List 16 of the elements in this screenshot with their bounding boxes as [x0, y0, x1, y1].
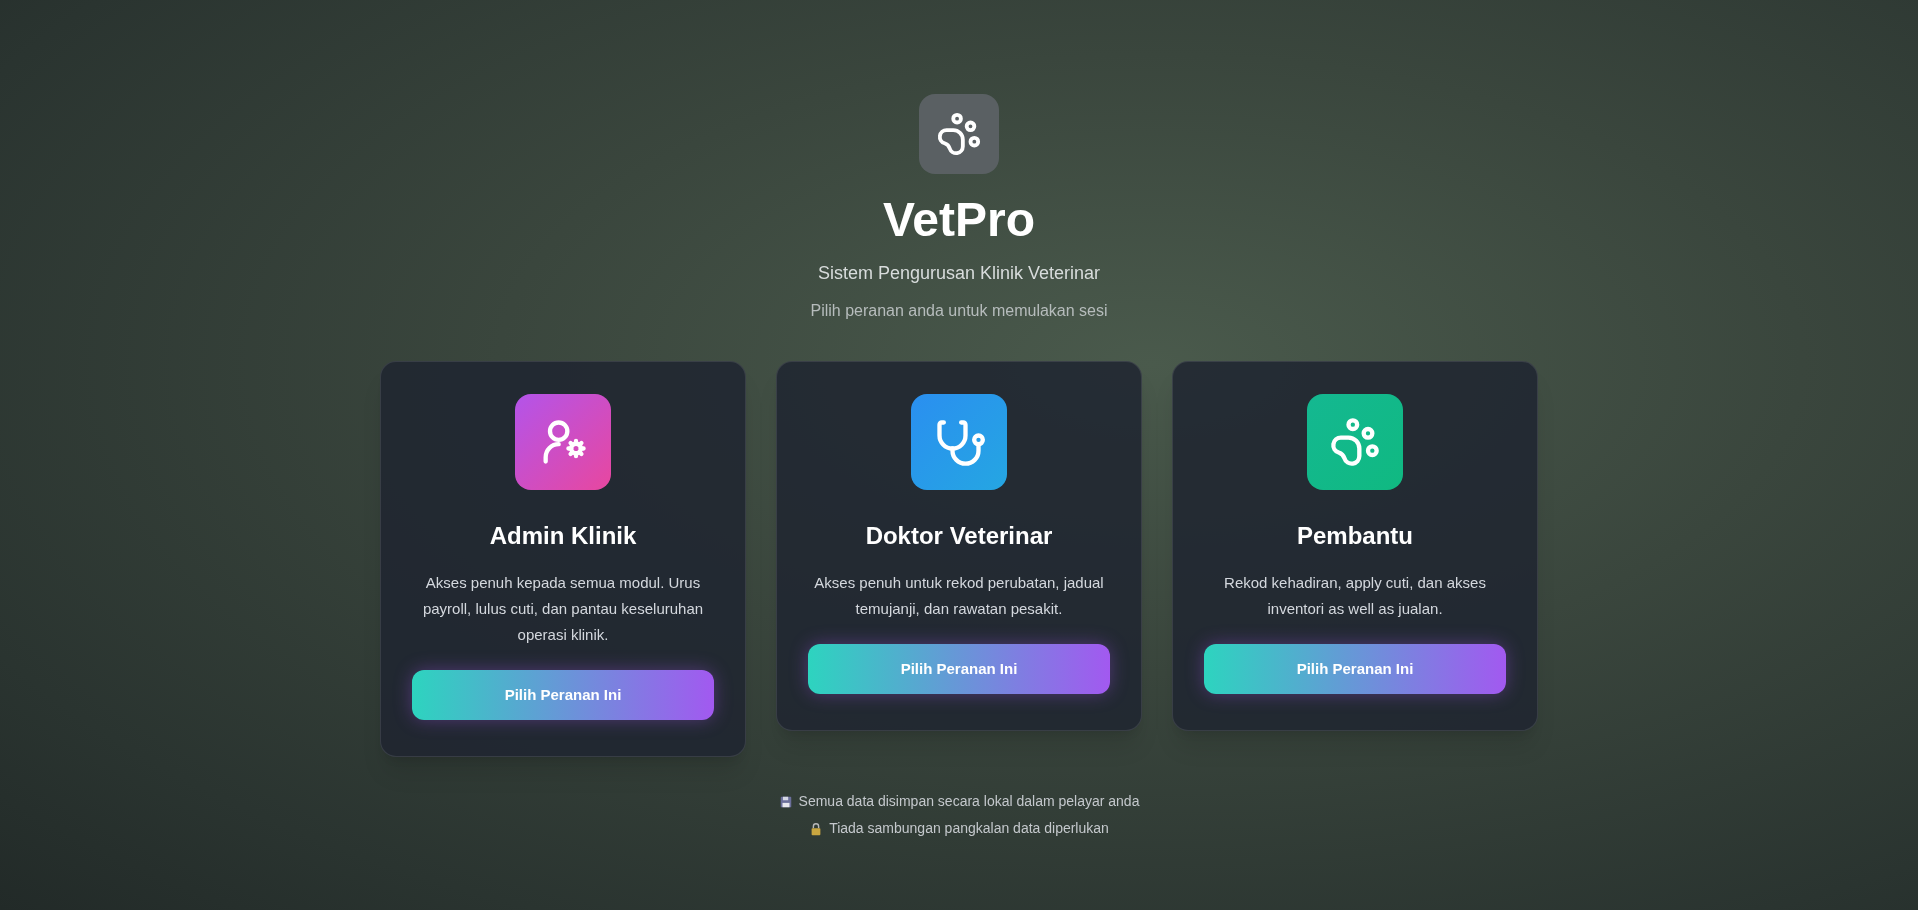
role-description: Akses penuh untuk rekod perubatan, jadual temujanji, dan rawatan pesakit.	[813, 573, 1105, 619]
role-title: Pembantu	[1297, 521, 1413, 551]
app-title: VetPro	[882, 192, 1036, 248]
footer-note: Tiada sambungan pangkalan data diperlukan	[829, 819, 1109, 838]
footer-note: Semua data disimpan secara lokal dalam pelayar anda	[798, 792, 1140, 811]
select-role-button[interactable]: Pilih Peranan Ini	[1204, 644, 1506, 694]
paw-icon	[1329, 416, 1381, 468]
app-subtitle: Sistem Pengurusan Klinik Veterinar	[817, 262, 1101, 285]
select-role-button[interactable]: Pilih Peranan Ini	[808, 644, 1110, 694]
role-description: Rekod kehadiran, apply cuti, dan akses inventori as well as jualan.	[1223, 573, 1487, 619]
role-description: Akses penuh kepada semua modul. Urus payroll, lulus cuti, dan pantau keseluruhan operasi klinik.	[421, 573, 705, 645]
role-title: Doktor Veterinar	[865, 521, 1053, 551]
role-title: Admin Klinik	[489, 521, 637, 551]
role-hint: Pilih peranan anda untuk memulakan sesi	[810, 301, 1108, 321]
select-role-button[interactable]: Pilih Peranan Ini	[412, 670, 714, 720]
paw-icon	[936, 111, 982, 157]
